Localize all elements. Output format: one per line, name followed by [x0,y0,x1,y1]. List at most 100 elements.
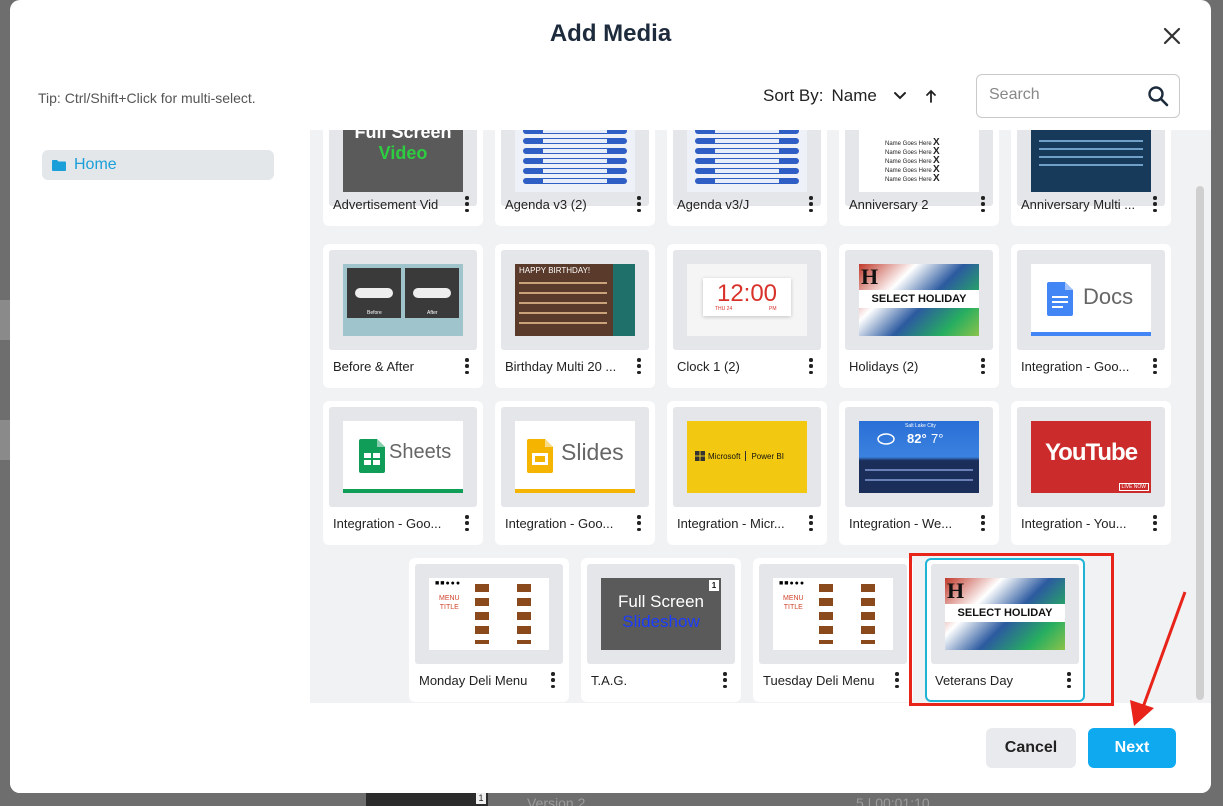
thumbnail: Sheets [329,407,477,507]
thumbnail: H SELECT HOLIDAY [845,250,993,350]
thumbnail-text: Slideshow [622,612,700,631]
search-input[interactable] [977,75,1137,115]
thumbnail-text: Full Screen [354,130,452,142]
tile-label: Integration - We... [849,516,953,531]
more-options-button[interactable] [977,356,989,376]
thumbnail: YouTube LIVE NOW [1017,407,1165,507]
thumbnail-text: Microsoft [708,451,741,461]
thumbnail-image: HAPPY BIRTHDAY! [515,264,635,336]
more-options-button[interactable] [891,670,903,690]
count-badge: 1 [709,580,719,591]
thumbnail: Full Screen Slideshow 1 [587,564,735,664]
more-options-button[interactable] [1063,670,1075,690]
more-options-button[interactable] [719,670,731,690]
sort-dropdown-button[interactable] [893,91,907,101]
add-media-dialog: Add Media Tip: Ctrl/Shift+Click for mult… [10,0,1211,793]
media-tile-selected[interactable]: H SELECT HOLIDAY Veterans Day [925,558,1085,702]
sort-control: Sort By: Name [763,86,937,106]
more-options-button[interactable] [805,194,817,214]
more-options-button[interactable] [1149,356,1161,376]
thumbnail-image: Slides [515,421,635,493]
multi-select-tip: Tip: Ctrl/Shift+Click for multi-select. [38,90,256,106]
more-options-button[interactable] [805,356,817,376]
media-tile[interactable]: Full Screen Video Advertisement Vid [323,130,483,226]
backdrop-text: Version 2 [527,795,586,806]
thumbnail-text: X [933,173,940,184]
media-tile[interactable]: Name Goes Here Name Goes Here Name Goes … [839,130,999,226]
thumbnail-text: MENU [439,595,460,602]
more-options-button[interactable] [633,194,645,214]
close-button[interactable] [1158,22,1186,50]
tile-label: Monday Deli Menu [419,673,528,688]
media-tile[interactable]: Sheets Integration - Goo... [323,401,483,545]
tile-label: Tuesday Deli Menu [763,673,875,688]
thumbnail-text: After [427,310,438,316]
more-options-button[interactable] [1149,194,1161,214]
backdrop-fragment [0,300,10,340]
backdrop-fragment [0,420,10,460]
media-tile[interactable]: Full Screen Slideshow 1 T.A.G. [581,558,741,702]
more-options-button[interactable] [461,513,473,533]
thumbnail [1017,130,1165,206]
more-options-button[interactable] [633,513,645,533]
thumbnail-text: Name Goes Here [885,141,932,147]
tile-label: Birthday Multi 20 ... [505,359,617,374]
tile-label: Integration - Goo... [505,516,614,531]
more-options-button[interactable] [547,670,559,690]
thumbnail-text: HAPPY BIRTHDAY! [519,266,591,275]
chevron-down-icon [893,92,906,100]
media-tile[interactable]: Salt Lake City 82° 7° Integration - We..… [839,401,999,545]
cancel-button[interactable]: Cancel [986,728,1076,768]
media-tile[interactable]: Before After Before & After [323,244,483,388]
thumbnail-image: Name Goes Here Name Goes Here Name Goes … [859,130,979,192]
more-options-button[interactable] [461,194,473,214]
more-options-button[interactable] [977,513,989,533]
thumbnail: HAPPY BIRTHDAY! [501,250,649,350]
thumbnail: ■■●●● MENU TITLE [759,564,907,664]
media-tile[interactable]: H SELECT HOLIDAY Holidays (2) [839,244,999,388]
tile-label: T.A.G. [591,673,628,688]
sort-value[interactable]: Name [831,86,876,106]
more-options-button[interactable] [461,356,473,376]
media-tile[interactable]: Microsoft Power BI Integration - Micr... [667,401,827,545]
thumbnail: Name Goes Here Name Goes Here Name Goes … [845,130,993,206]
thumbnail-image: Docs [1031,264,1151,336]
more-options-button[interactable] [805,513,817,533]
thumbnail-text: Full Screen [618,592,704,611]
sort-direction-button[interactable] [925,88,937,104]
tile-label: Integration - Micr... [677,516,785,531]
scrollbar-thumb[interactable] [1196,186,1204,700]
media-tile[interactable]: ■■●●● MENU TITLE Monday Deli Menu [409,558,569,702]
media-tile[interactable]: 12:00 THU 24 PM Clock 1 (2) [667,244,827,388]
tile-label: Anniversary Multi ... [1021,197,1136,212]
thumbnail: Slides [501,407,649,507]
thumbnail-image [1031,130,1151,192]
arrow-up-icon [925,89,936,103]
google-docs-icon [1047,282,1073,316]
media-tile[interactable]: YouTube LIVE NOW Integration - You... [1011,401,1171,545]
search-icon [1148,86,1169,107]
thumbnail-text: Salt Lake City [905,423,936,429]
media-tile[interactable]: Anniversary Multi ... [1011,130,1171,226]
backdrop-text: 5 | 00:01:10 [856,795,930,806]
next-button[interactable]: Next [1088,728,1176,768]
media-tile[interactable]: Agenda v3/J [667,130,827,226]
tile-label: Integration - You... [1021,516,1127,531]
thumbnail-text: TITLE [439,604,459,611]
media-tile[interactable]: Slides Integration - Goo... [495,401,655,545]
media-tile[interactable]: ■■●●● MENU TITLE Tuesday Deli Menu [753,558,913,702]
thumbnail-text: Power BI [751,451,784,461]
search-button[interactable] [1147,85,1169,112]
thumbnail-image: ■■●●● MENU TITLE [773,578,893,650]
more-options-button[interactable] [1149,513,1161,533]
more-options-button[interactable] [977,194,989,214]
thumbnail-image: Microsoft Power BI [687,421,807,493]
thumbnail-text: 12:00 [716,280,778,307]
media-tile[interactable]: HAPPY BIRTHDAY! Birthday Multi 20 ... [495,244,655,388]
tile-label: Integration - Goo... [333,516,442,531]
media-tile[interactable]: Agenda v3 (2) [495,130,655,226]
media-tile[interactable]: Docs Integration - Goo... [1011,244,1171,388]
search-box [976,74,1180,118]
thumbnail-text: 82° [907,431,927,446]
more-options-button[interactable] [633,356,645,376]
